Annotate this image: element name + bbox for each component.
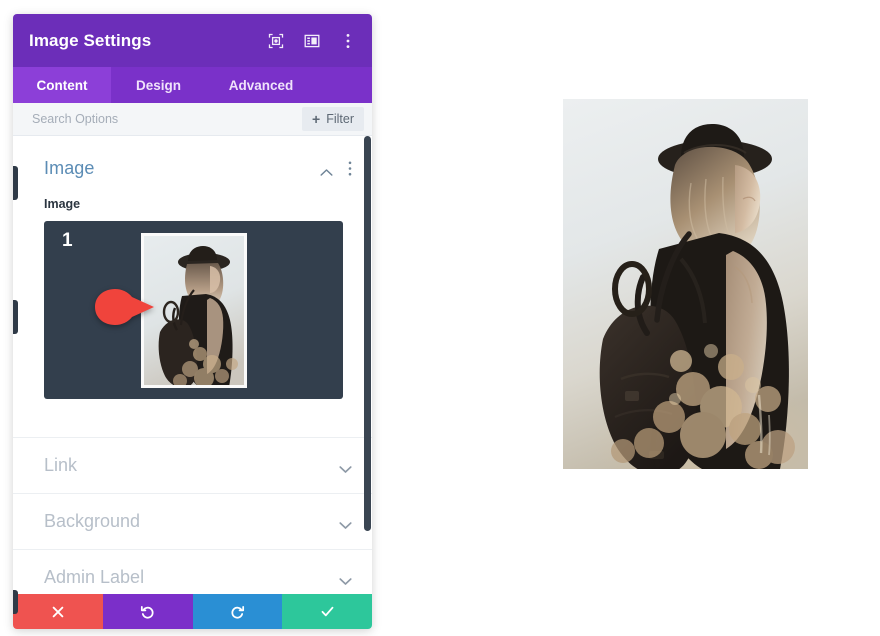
check-icon — [321, 606, 334, 617]
focus-icon[interactable] — [268, 33, 284, 49]
section-background-title: Background — [44, 511, 141, 531]
tab-design[interactable]: Design — [111, 67, 206, 103]
panel-scrollbar-thumb[interactable] — [364, 136, 371, 531]
section-image-controls — [320, 161, 352, 176]
image-settings-panel: Image Settings Content Design Advanced S… — [13, 14, 372, 629]
edge-handle-middle[interactable] — [13, 300, 18, 334]
kebab-menu-icon[interactable] — [340, 33, 356, 49]
panel-body: Image Image 1 Link Background Admin Labe… — [13, 136, 372, 594]
image-thumbnail — [140, 232, 247, 388]
section-image: Image Image 1 — [13, 136, 372, 405]
filter-button[interactable]: + Filter — [302, 107, 364, 131]
chevron-down-icon[interactable] — [339, 461, 352, 473]
page-image-preview — [563, 99, 808, 469]
section-image-header[interactable]: Image — [13, 136, 372, 193]
section-link[interactable]: Link — [13, 437, 372, 493]
close-icon — [52, 606, 64, 617]
callout-marker-1 — [93, 287, 156, 327]
plus-icon: + — [312, 111, 321, 127]
search-input[interactable] — [32, 112, 303, 126]
chevron-up-icon[interactable] — [320, 164, 333, 176]
tab-advanced[interactable]: Advanced — [206, 67, 316, 103]
cancel-button[interactable] — [13, 594, 103, 629]
header-icon-group — [268, 33, 356, 49]
chevron-down-icon[interactable] — [339, 517, 352, 529]
section-admin-label-title: Admin Label — [44, 567, 145, 587]
undo-button[interactable] — [102, 594, 193, 629]
filter-button-label: Filter — [326, 112, 354, 126]
thumbnail-photo — [143, 235, 244, 385]
redo-icon — [231, 605, 244, 619]
tab-bar: Content Design Advanced — [13, 67, 372, 103]
section-admin-label[interactable]: Admin Label — [13, 549, 372, 594]
edge-handle-top[interactable] — [13, 166, 18, 200]
page-title: Image Settings — [29, 30, 152, 50]
layout-icon[interactable] — [304, 33, 320, 49]
section-image-kebab-menu-icon[interactable] — [348, 161, 352, 176]
save-button[interactable] — [282, 594, 372, 629]
undo-icon — [141, 605, 154, 619]
section-image-title: Image — [44, 158, 95, 178]
edge-handle-bottom[interactable] — [13, 590, 18, 614]
screen: Image Settings Content Design Advanced S… — [0, 0, 880, 636]
section-link-title: Link — [44, 455, 78, 475]
chevron-down-icon[interactable] — [339, 573, 352, 585]
page-image-photo — [563, 99, 808, 469]
image-upload-preview[interactable]: 1 — [44, 221, 343, 399]
redo-button[interactable] — [192, 594, 283, 629]
image-field-label: Image — [44, 197, 81, 211]
section-background[interactable]: Background — [13, 493, 372, 549]
panel-scrollbar[interactable] — [364, 136, 371, 594]
panel-footer — [13, 594, 372, 629]
image-preview-wrapper: 1 — [13, 221, 372, 399]
callout-marker-1-number: 1 — [62, 230, 73, 251]
search-row: + Filter — [13, 103, 372, 136]
tab-content[interactable]: Content — [13, 67, 111, 103]
panel-header: Image Settings — [13, 14, 372, 67]
